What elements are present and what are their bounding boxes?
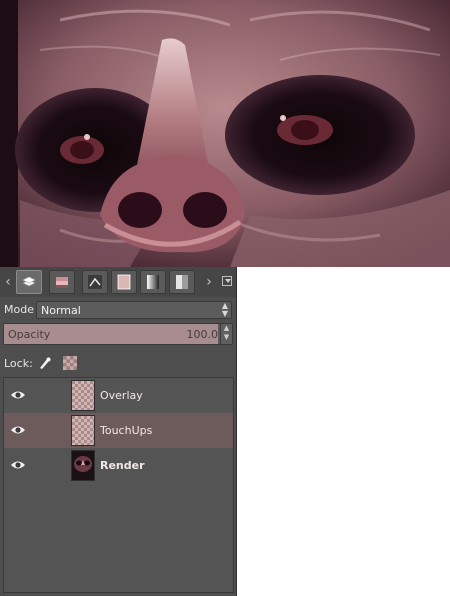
channels-tab[interactable] — [49, 270, 75, 294]
gradient-tab-icon — [147, 275, 159, 289]
dock-tab-bar: ‹ › — [0, 267, 236, 297]
layers-tab-icon — [22, 276, 36, 287]
tab-scroll-left-icon[interactable]: ‹ — [2, 273, 14, 291]
channels-tab-icon — [56, 277, 68, 288]
opacity-stepper[interactable]: ▲ ▼ — [220, 324, 232, 344]
mode-row: Mode Normal ▲ ▼ — [0, 300, 236, 320]
visibility-eye-icon[interactable] — [10, 424, 26, 436]
opacity-label: Opacity — [8, 328, 51, 341]
mode-label: Mode — [4, 303, 34, 316]
pattern-tab-icon — [176, 275, 188, 289]
lock-label: Lock: — [4, 357, 33, 370]
layer-row-touchups[interactable]: TouchUps — [4, 413, 233, 448]
dock-menu-icon[interactable] — [222, 276, 232, 286]
color-swatch-tab[interactable] — [111, 270, 137, 294]
layer-name[interactable]: Render — [100, 459, 145, 472]
layer-name[interactable]: Overlay — [100, 389, 143, 402]
lock-alpha-icon[interactable] — [63, 356, 77, 370]
layer-thumbnail — [71, 415, 95, 446]
chevron-updown-icon: ▲ ▼ — [221, 301, 228, 318]
render-thumbnail-image — [74, 456, 92, 472]
mode-select[interactable]: Normal ▲ ▼ — [36, 301, 232, 319]
gradient-tab[interactable] — [140, 270, 166, 294]
layer-row-overlay[interactable]: Overlay — [4, 378, 233, 413]
layer-thumbnail — [71, 380, 95, 411]
layer-thumbnail — [71, 450, 95, 481]
pattern-tab[interactable] — [169, 270, 195, 294]
paths-tab[interactable] — [82, 270, 108, 294]
layer-name[interactable]: TouchUps — [100, 424, 152, 437]
visibility-eye-icon[interactable] — [10, 459, 26, 471]
lock-pixels-icon[interactable] — [38, 356, 52, 370]
opacity-slider[interactable]: Opacity 100.0 ▲ ▼ — [3, 323, 233, 345]
layer-row-render[interactable]: Render — [4, 448, 233, 483]
visibility-eye-icon[interactable] — [10, 389, 26, 401]
layers-list: Overlay TouchUps Render — [3, 377, 234, 593]
tab-scroll-right-icon[interactable]: › — [203, 273, 215, 291]
layers-dock: ‹ › Mode Normal ▲ ▼ Opacity 100.0 ▲ ▼ Lo… — [0, 267, 237, 596]
mode-value: Normal — [41, 304, 81, 317]
opacity-value: 100.0 — [186, 328, 219, 341]
paths-tab-icon — [88, 275, 102, 289]
lock-row: Lock: — [0, 355, 236, 373]
layers-tab[interactable] — [16, 270, 42, 294]
color-swatch-tab-icon — [117, 274, 131, 290]
canvas-artwork[interactable] — [0, 0, 450, 267]
skull-face-artwork — [0, 0, 450, 267]
